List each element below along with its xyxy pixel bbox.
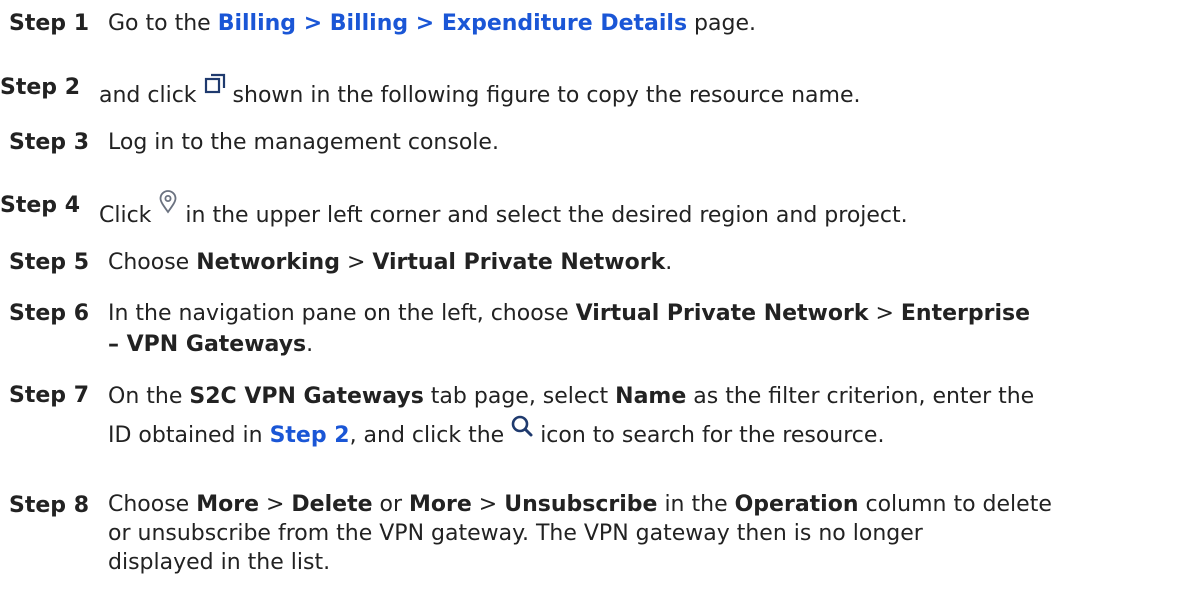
step-text-mid: as the filter criterion, enter the (686, 384, 1035, 409)
s2c-vpn-gateways-label: S2C VPN Gateways (189, 384, 424, 409)
separator: > (471, 492, 505, 517)
step-2-link[interactable]: Step 2 (270, 423, 350, 448)
step-4: Step 4 Click in the upper left corner an… (0, 190, 908, 231)
step-text-mid: tab page, select (423, 384, 616, 409)
step-label: Step 7 (9, 383, 89, 408)
step-text-post: page. (687, 11, 756, 36)
step-text-pre: On the (108, 384, 190, 409)
step-5: Step 5 Choose Networking > Virtual Priva… (9, 247, 672, 278)
step-label: Step 1 (9, 11, 89, 36)
step-text-mid: , and click the (349, 423, 505, 448)
step-text-pre: Go to the (108, 11, 218, 36)
step-text-post: . (306, 332, 314, 357)
step-label: Step 5 (9, 250, 89, 275)
search-icon[interactable] (510, 414, 534, 449)
copy-icon[interactable] (203, 72, 227, 105)
step-text-pre: and click (99, 83, 197, 108)
step-text-pre: Choose (108, 492, 197, 517)
location-pin-icon[interactable] (157, 190, 179, 223)
delete-label: Delete (291, 492, 373, 517)
step-label: Step 2 (0, 75, 80, 100)
step-text-pre: In the navigation pane on the left, choo… (108, 301, 576, 326)
more-label: More (409, 492, 472, 517)
step-text-mid: in the (657, 492, 735, 517)
step-1: Step 1 Go to the Billing > Billing > Exp… (9, 8, 756, 39)
step-label: Step 6 (9, 301, 89, 326)
more-label: More (196, 492, 259, 517)
step-text-mid: column to delete (858, 492, 1052, 517)
step-text: Choose More > Delete or More > Unsubscri… (89, 490, 1052, 577)
step-8: Step 8 Choose More > Delete or More > Un… (9, 490, 1052, 577)
step-text: Go to the Billing > Billing > Expenditur… (89, 8, 756, 39)
step-label: Step 3 (9, 130, 89, 155)
step-7: Step 7 On the S2C VPN Gateways tab page,… (9, 380, 1034, 453)
step-text-mid: or (372, 492, 410, 517)
step-text-line: displayed in the list. (108, 550, 331, 575)
step-text-pre: ID obtained in (108, 423, 270, 448)
name-label: Name (615, 384, 687, 409)
step-6: Step 6 In the navigation pane on the lef… (9, 298, 1030, 360)
step-text: Log in to the management console. (108, 130, 499, 155)
networking-label: Networking (196, 250, 340, 275)
separator: > (339, 250, 373, 275)
vpn-gateways-label: – VPN Gateways (108, 332, 307, 357)
step-text: and click shown in the following figure … (80, 72, 860, 111)
step-text-post: shown in the following figure to copy th… (232, 83, 861, 108)
unsubscribe-label: Unsubscribe (504, 492, 658, 517)
step-text-post: icon to search for the resource. (540, 423, 885, 448)
step-text-pre: Click (99, 203, 152, 228)
step-label: Step 4 (0, 193, 80, 218)
step-text-post: in the upper left corner and select the … (185, 203, 908, 228)
step-text: In the navigation pane on the left, choo… (89, 298, 1030, 360)
step-text-pre: Choose (108, 250, 197, 275)
step-text-line: or unsubscribe from the VPN gateway. The… (108, 521, 923, 546)
vpn-label: Virtual Private Network (575, 301, 869, 326)
step-text: On the S2C VPN Gateways tab page, select… (89, 380, 1034, 453)
step-text-post: . (665, 250, 673, 275)
billing-expenditure-link[interactable]: Billing > Billing > Expenditure Details (218, 11, 687, 36)
step-3: Step 3 Log in to the management console. (9, 127, 499, 158)
step-text: Click in the upper left corner and selec… (80, 190, 908, 231)
step-label: Step 8 (9, 493, 89, 518)
separator: > (868, 301, 901, 326)
step-2: Step 2 and click shown in the following … (0, 72, 860, 111)
operation-label: Operation (734, 492, 859, 517)
vpn-label: Virtual Private Network (372, 250, 666, 275)
step-text: Choose Networking > Virtual Private Netw… (89, 247, 672, 278)
enterprise-label: Enterprise (900, 301, 1031, 326)
separator: > (259, 492, 292, 517)
